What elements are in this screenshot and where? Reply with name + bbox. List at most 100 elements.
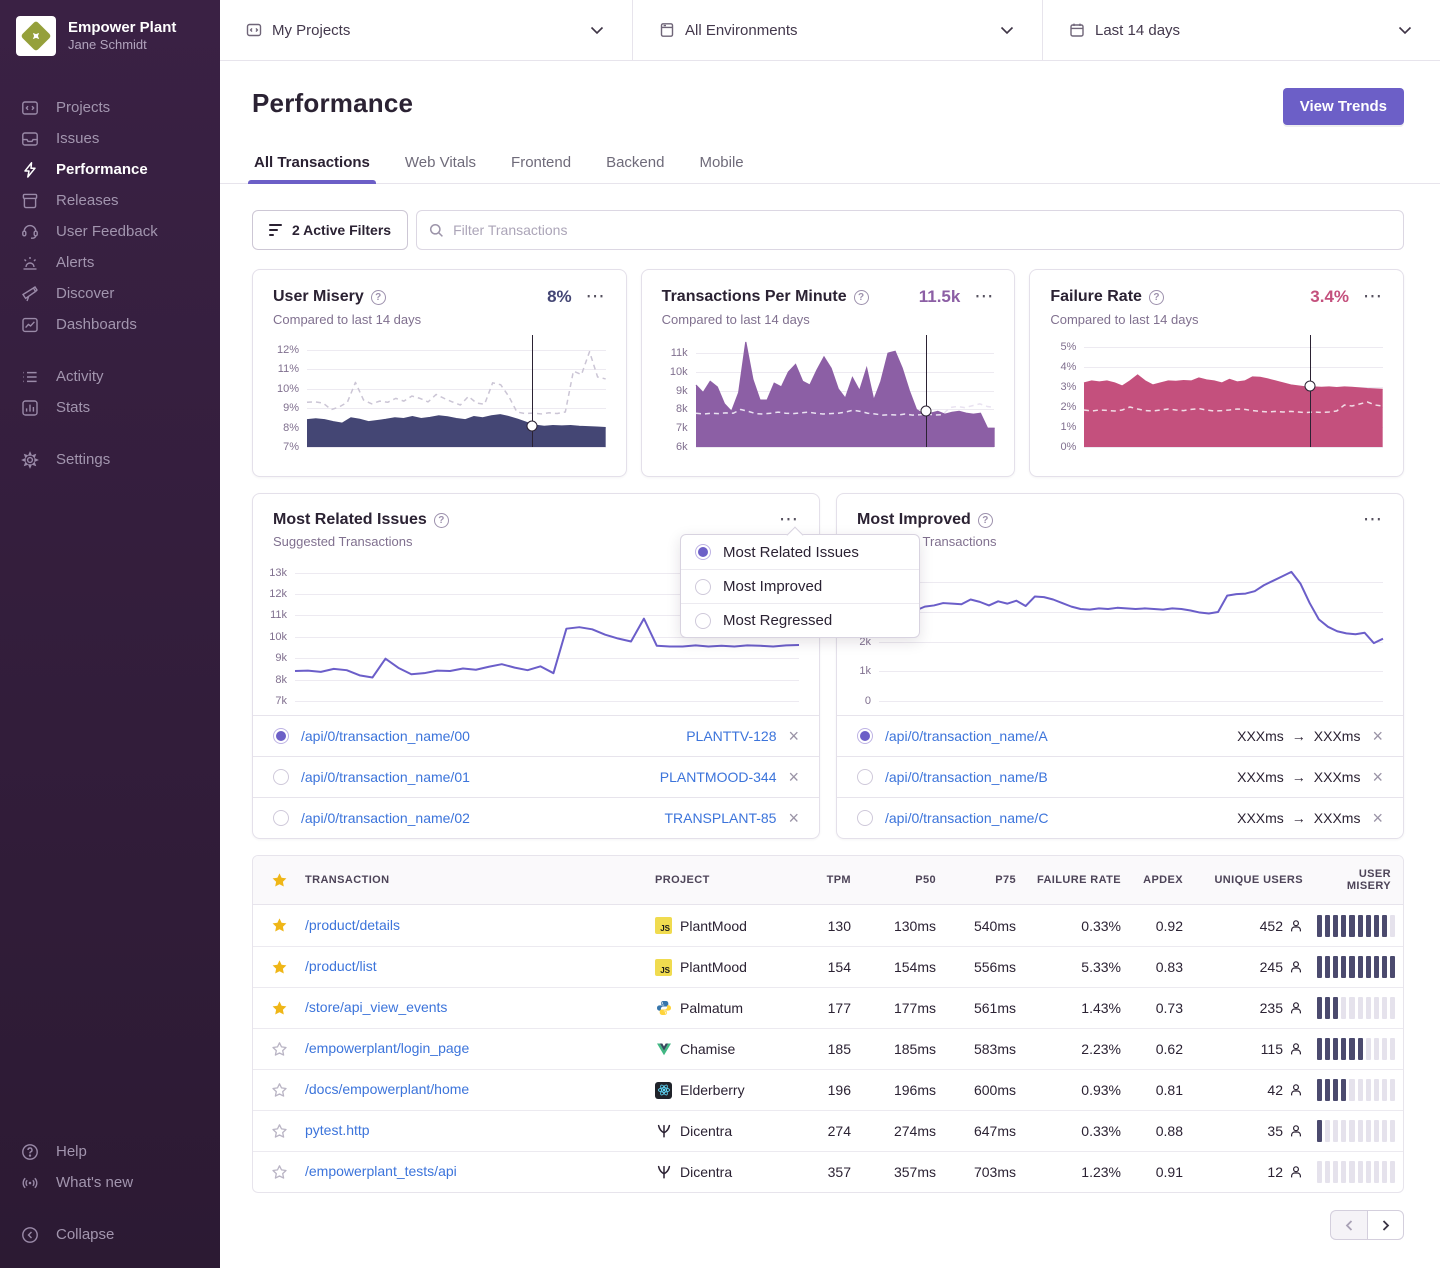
sidebar-item-dashboards[interactable]: Dashboards: [0, 309, 220, 340]
p50-value: 130ms: [865, 918, 950, 934]
transaction-link[interactable]: /product/list: [305, 958, 377, 974]
issue-link[interactable]: PLANTTV-128: [686, 728, 776, 744]
panel-subtitle: Suggested Transactions: [837, 534, 1403, 549]
dismiss-icon[interactable]: ×: [1372, 768, 1383, 786]
help-icon[interactable]: ?: [978, 513, 993, 528]
daterange-selector[interactable]: Last 14 days: [1042, 0, 1440, 60]
sidebar-item-issues[interactable]: Issues: [0, 123, 220, 154]
transaction-link[interactable]: pytest.http: [305, 1122, 370, 1138]
radio-selected[interactable]: [857, 728, 873, 744]
star-filled-icon[interactable]: [271, 1000, 288, 1017]
dismiss-icon[interactable]: ×: [788, 809, 799, 827]
sidebar-item-alerts[interactable]: Alerts: [0, 247, 220, 278]
radio-unselected[interactable]: [273, 810, 289, 826]
dismiss-icon[interactable]: ×: [1372, 727, 1383, 745]
tab-backend[interactable]: Backend: [604, 148, 666, 183]
column-header-p50[interactable]: P50: [865, 874, 950, 886]
tab-web-vitals[interactable]: Web Vitals: [403, 148, 478, 183]
user-name: Jane Schmidt: [68, 37, 176, 53]
panel-menu-button[interactable]: ⋯: [1363, 515, 1383, 525]
help-icon[interactable]: ?: [1149, 290, 1164, 305]
project-selector[interactable]: My Projects: [220, 0, 632, 60]
tab-all-transactions[interactable]: All Transactions: [252, 148, 372, 183]
star-outline-icon[interactable]: [271, 1082, 288, 1099]
sidebar-item-activity[interactable]: Activity: [0, 361, 220, 392]
sidebar-item-collapse[interactable]: Collapse: [0, 1219, 220, 1250]
transaction-link[interactable]: /api/0/transaction_name/C: [885, 810, 1048, 826]
radio-unselected[interactable]: [273, 769, 289, 785]
help-icon[interactable]: ?: [854, 290, 869, 305]
menu-item-most-improved[interactable]: Most Improved: [681, 569, 919, 603]
column-header-transaction[interactable]: TRANSACTION: [305, 874, 655, 886]
transaction-link[interactable]: /empowerplant/login_page: [305, 1040, 469, 1056]
column-header-user-misery[interactable]: USER MISERY: [1317, 868, 1404, 892]
transaction-link[interactable]: /api/0/transaction_name/A: [885, 728, 1048, 744]
transaction-link[interactable]: /product/details: [305, 917, 400, 933]
transaction-link[interactable]: /api/0/transaction_name/02: [301, 810, 470, 826]
column-header-project[interactable]: PROJECT: [655, 874, 800, 886]
radio-unselected[interactable]: [695, 579, 711, 595]
radio-selected[interactable]: [273, 728, 289, 744]
sidebar-item-settings[interactable]: Settings: [0, 444, 220, 475]
issue-link[interactable]: PLANTMOOD-344: [660, 769, 777, 785]
transaction-link[interactable]: /api/0/transaction_name/B: [885, 769, 1048, 785]
star-outline-icon[interactable]: [271, 1123, 288, 1140]
radio-unselected[interactable]: [857, 769, 873, 785]
transaction-link[interactable]: /api/0/transaction_name/00: [301, 728, 470, 744]
active-filters-button[interactable]: 2 Active Filters: [252, 210, 408, 250]
panel-menu-button[interactable]: ⋯: [779, 515, 799, 525]
p50-value: 274ms: [865, 1123, 950, 1139]
column-header-failure-rate[interactable]: FAILURE RATE: [1030, 874, 1135, 886]
star-outline-icon[interactable]: [271, 1164, 288, 1181]
project-name: Dicentra: [680, 1164, 732, 1180]
next-page-button[interactable]: [1367, 1210, 1404, 1240]
card-menu-button[interactable]: ⋯: [586, 292, 606, 302]
column-header-tpm[interactable]: TPM: [800, 874, 865, 886]
apdex-value: 0.73: [1135, 1000, 1197, 1016]
help-icon[interactable]: ?: [434, 513, 449, 528]
tab-mobile[interactable]: Mobile: [697, 148, 745, 183]
dismiss-icon[interactable]: ×: [788, 727, 799, 745]
radio-unselected[interactable]: [857, 810, 873, 826]
column-header-p75[interactable]: P75: [950, 874, 1030, 886]
transaction-link[interactable]: /empowerplant_tests/api: [305, 1163, 457, 1179]
sidebar-item-what-s-new[interactable]: What's new: [0, 1167, 220, 1198]
sidebar-item-releases[interactable]: Releases: [0, 185, 220, 216]
card-menu-button[interactable]: ⋯: [1363, 292, 1383, 302]
column-header-apdex[interactable]: APDEX: [1135, 874, 1197, 886]
releases-icon: [20, 191, 40, 211]
menu-item-most-regressed[interactable]: Most Regressed: [681, 603, 919, 637]
dismiss-icon[interactable]: ×: [1372, 809, 1383, 827]
star-filled-icon[interactable]: [271, 959, 288, 976]
sidebar-item-stats[interactable]: Stats: [0, 392, 220, 423]
help-icon[interactable]: ?: [371, 290, 386, 305]
card-menu-button[interactable]: ⋯: [974, 292, 994, 302]
transaction-link[interactable]: /api/0/transaction_name/01: [301, 769, 470, 785]
sidebar-item-label: Dashboards: [56, 316, 137, 333]
transaction-link[interactable]: /store/api_view_events: [305, 999, 447, 1015]
search-input[interactable]: [453, 222, 1391, 238]
failure-rate-value: 0.33%: [1030, 918, 1135, 934]
environment-selector[interactable]: All Environments: [632, 0, 1042, 60]
sidebar-item-discover[interactable]: Discover: [0, 278, 220, 309]
radio-selected[interactable]: [695, 544, 711, 560]
sidebar-item-performance[interactable]: Performance: [0, 154, 220, 185]
org-switcher[interactable]: Empower Plant Jane Schmidt: [0, 0, 220, 56]
star-filled-icon[interactable]: [271, 917, 288, 934]
transaction-link[interactable]: /docs/empowerplant/home: [305, 1081, 469, 1097]
arrow-right-icon: →: [1292, 810, 1306, 826]
column-header-unique-users[interactable]: UNIQUE USERS: [1197, 874, 1317, 886]
sidebar-item-help[interactable]: Help: [0, 1136, 220, 1167]
dismiss-icon[interactable]: ×: [788, 768, 799, 786]
sidebar-item-user-feedback[interactable]: User Feedback: [0, 216, 220, 247]
sidebar-item-projects[interactable]: Projects: [0, 92, 220, 123]
table-row: /store/api_view_events Palmatum 177 177m…: [253, 987, 1403, 1028]
star-outline-icon[interactable]: [271, 1041, 288, 1058]
tab-frontend[interactable]: Frontend: [509, 148, 573, 183]
duration-change: XXXms→XXXms×: [1237, 768, 1383, 786]
view-trends-button[interactable]: View Trends: [1283, 88, 1404, 125]
radio-unselected[interactable]: [695, 613, 711, 629]
menu-item-most-related-issues[interactable]: Most Related Issues: [681, 535, 919, 569]
issue-link[interactable]: TRANSPLANT-85: [664, 810, 776, 826]
prev-page-button[interactable]: [1330, 1210, 1367, 1240]
